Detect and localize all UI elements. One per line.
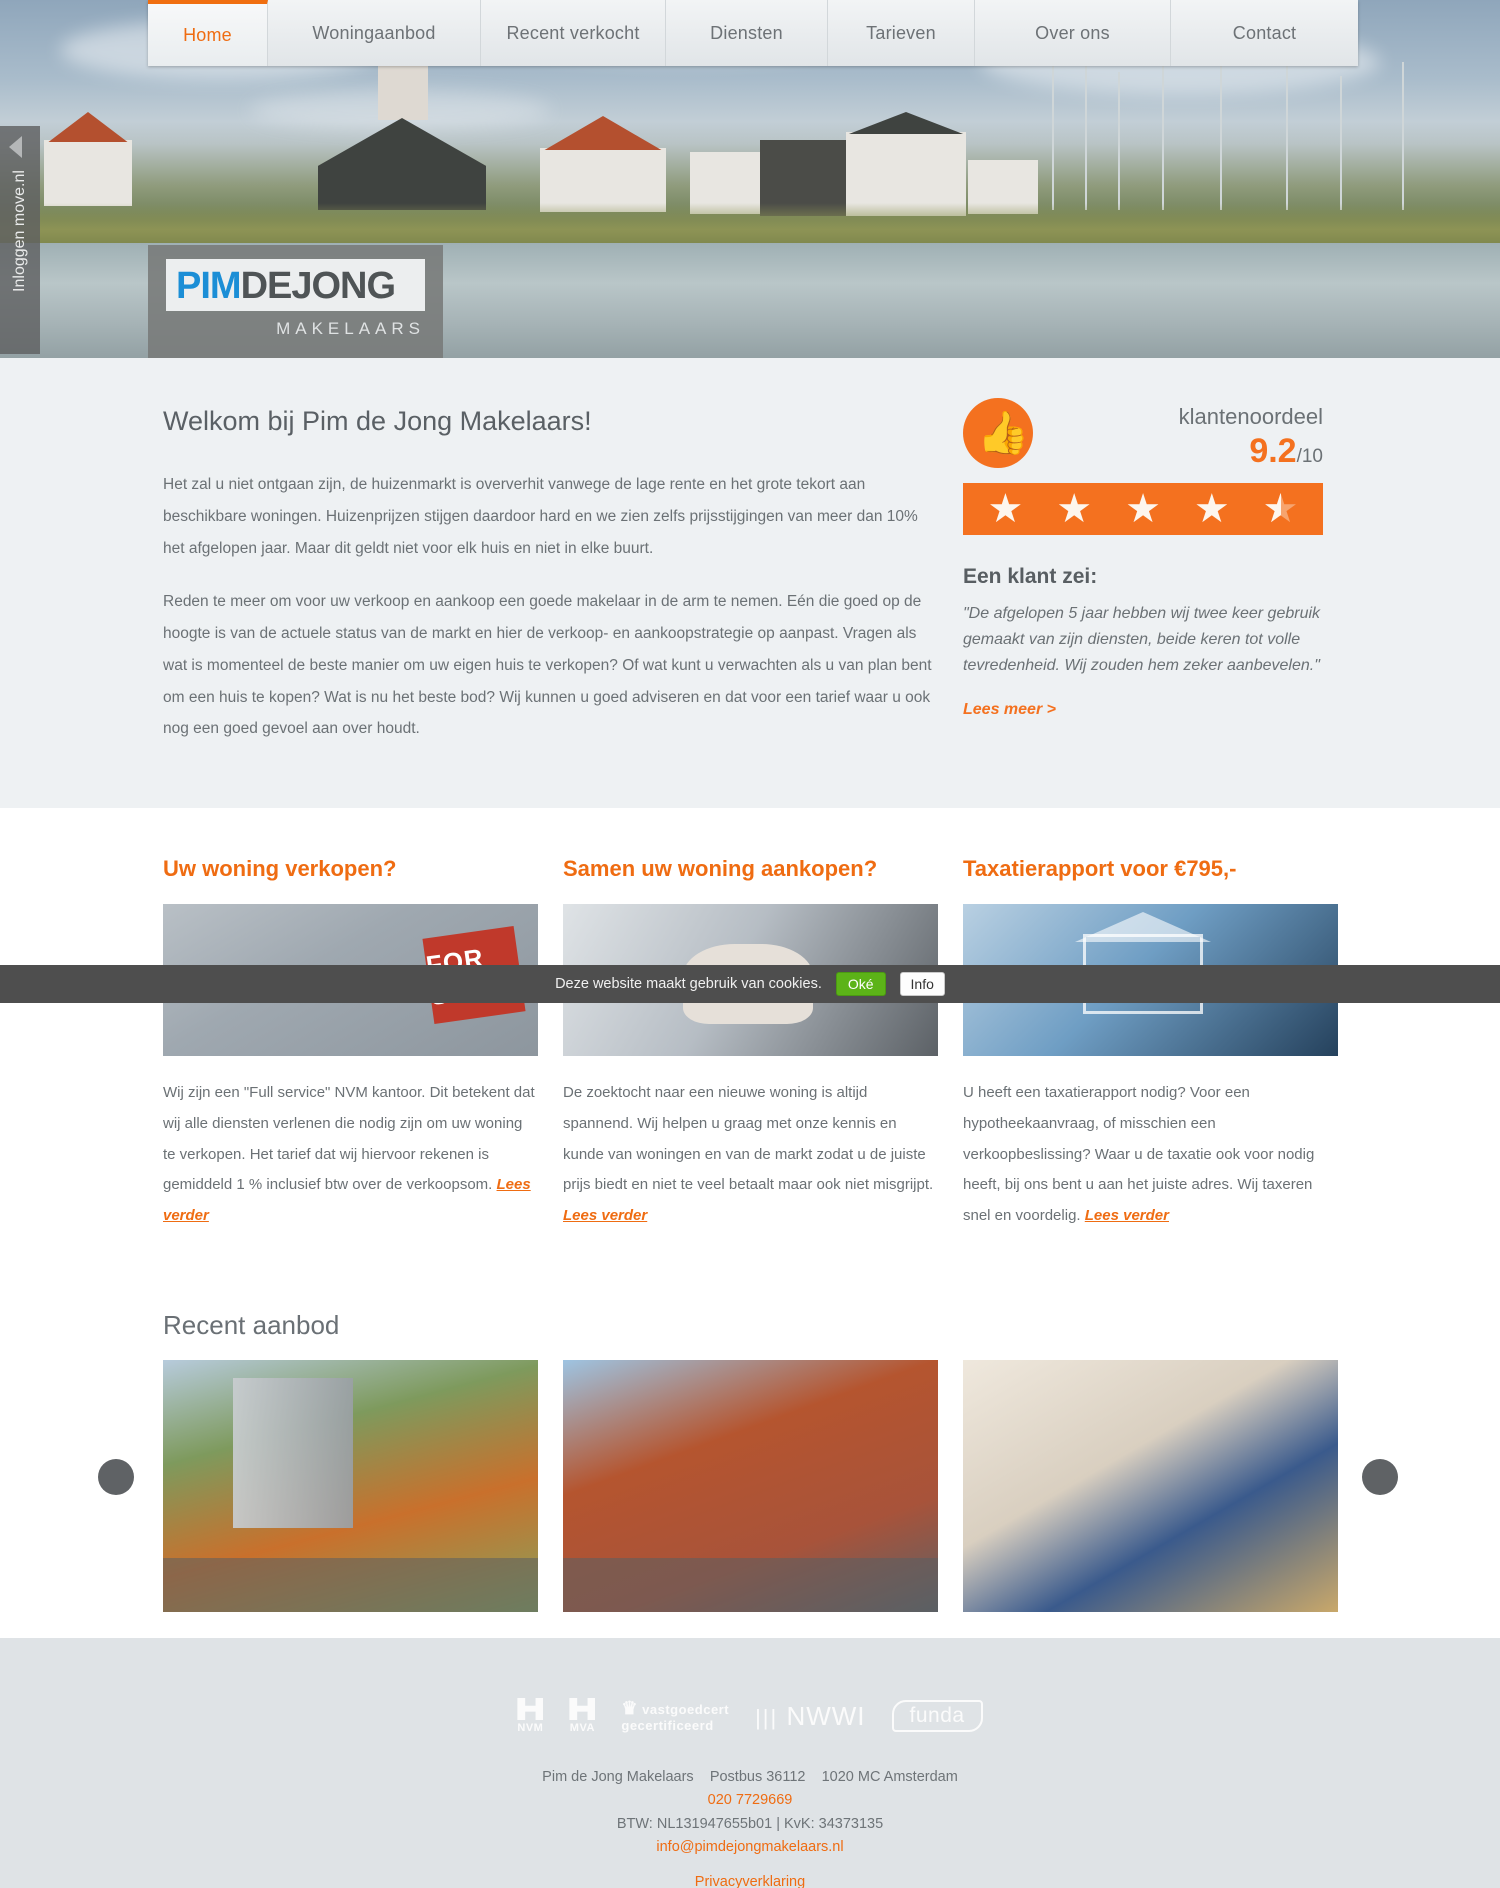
crown-icon: ♛ bbox=[621, 1698, 639, 1719]
testimonial-heading: Een klant zei: bbox=[963, 565, 1098, 588]
star-icon: ★ bbox=[1193, 487, 1230, 531]
building-shape bbox=[233, 1378, 353, 1528]
funda-logo-label: funda bbox=[909, 1704, 965, 1728]
mva-logo-label: MVA bbox=[569, 1722, 595, 1734]
vastgoedcert-label-1: vastgoedcert bbox=[642, 1702, 730, 1718]
service-heading: Samen uw woning aankopen? bbox=[563, 856, 878, 881]
service-heading: Uw woning verkopen? bbox=[163, 856, 397, 881]
footer-registration: BTW: NL131947655b01 | KvK: 34373135 bbox=[616, 1815, 884, 1832]
main-navigation: Home Woningaanbod Recent verkocht Dienst… bbox=[148, 0, 1358, 66]
intro-section: Welkom bij Pim de Jong Makelaars! Het za… bbox=[0, 358, 1500, 808]
nav-label: Over ons bbox=[1035, 22, 1110, 43]
footer-email-link[interactable]: info@pimdejongmakelaars.nl bbox=[0, 1836, 1500, 1859]
nav-label: Woningaanbod bbox=[312, 22, 436, 43]
carousel-prev-button[interactable] bbox=[98, 1459, 134, 1495]
mva-logo-icon: MVA bbox=[569, 1698, 596, 1734]
service-body-text: De zoektocht naar een nieuwe woning is a… bbox=[563, 1084, 934, 1194]
service-card-buying: Samen uw woning aankopen? De zoektocht n… bbox=[563, 856, 938, 1232]
logo-part-dejong: DEJONG bbox=[240, 265, 396, 307]
logo-inner: PIMDEJONG bbox=[166, 259, 425, 311]
login-move-tab[interactable]: Inloggen move.nl bbox=[0, 126, 40, 354]
nav-label: Tarieven bbox=[866, 22, 936, 43]
footer-address-line: Pim de Jong Makelaars Postbus 36112 1020… bbox=[0, 1766, 1500, 1789]
site-logo[interactable]: PIMDEJONG MAKELAARS bbox=[148, 245, 443, 358]
nav-label: Home bbox=[183, 24, 232, 45]
logo-part-pim: PIM bbox=[176, 265, 242, 307]
nav-item-recent-verkocht[interactable]: Recent verkocht bbox=[481, 0, 666, 66]
logo-wordmark: PIMDEJONG bbox=[176, 267, 415, 305]
service-card-selling: Uw woning verkopen? FOR SALE Wij zijn ee… bbox=[163, 856, 538, 1232]
vastgoedcert-logo-icon: ♛ vastgoedcert gecertificeerd bbox=[621, 1698, 729, 1734]
service-heading: Taxatierapport voor €795,- bbox=[963, 856, 1237, 881]
recent-listings-heading: Recent aanbod bbox=[163, 1310, 340, 1340]
nav-label: Contact bbox=[1232, 22, 1297, 43]
road-shape bbox=[163, 1558, 538, 1612]
service-body-text: Wij zijn een "Full service" NVM kantoor.… bbox=[163, 1084, 535, 1194]
footer-postbus: Postbus 36112 bbox=[709, 1769, 806, 1785]
vastgoedcert-label-2: gecertificeerd bbox=[621, 1717, 714, 1733]
testimonial-text: "De afgelopen 5 jaar hebben wij twee kee… bbox=[963, 605, 1321, 674]
nav-item-diensten[interactable]: Diensten bbox=[666, 0, 828, 66]
carousel-next-button[interactable] bbox=[1362, 1459, 1398, 1495]
footer-privacy-link[interactable]: Privacyverklaring bbox=[0, 1874, 1500, 1888]
star-icon: ★ bbox=[1056, 487, 1093, 531]
thumbs-up-icon: 👍 bbox=[963, 398, 1033, 468]
mva-mark bbox=[569, 1698, 596, 1720]
listing-card[interactable] bbox=[163, 1360, 538, 1612]
nvm-logo-label: NVM bbox=[517, 1722, 544, 1734]
testimonial-read-more-link[interactable]: Lees meer > bbox=[963, 701, 1056, 719]
footer-phone-link[interactable]: 020 7729669 bbox=[0, 1789, 1500, 1812]
footer-contact-info: Pim de Jong Makelaars Postbus 36112 1020… bbox=[0, 1766, 1500, 1888]
nwwi-logo-label: NWWI bbox=[786, 1700, 866, 1731]
star-icon: ★ bbox=[987, 487, 1024, 531]
nav-label: Diensten bbox=[710, 22, 783, 43]
service-body-text: U heeft een taxatierapport nodig? Voor e… bbox=[963, 1084, 1315, 1224]
nwwi-bars-icon: ||| bbox=[755, 1704, 779, 1730]
cookie-accept-button[interactable]: Oké bbox=[835, 972, 886, 996]
nvm-logo-icon: NVM bbox=[517, 1698, 544, 1734]
thumbs-up-glyph: 👍 bbox=[977, 409, 1030, 456]
nav-item-woningaanbod[interactable]: Woningaanbod bbox=[268, 0, 481, 66]
recent-listings-section: Recent aanbod bbox=[0, 1268, 1500, 1638]
listing-card[interactable] bbox=[563, 1360, 938, 1612]
page-root: Home Woningaanbod Recent verkocht Dienst… bbox=[0, 0, 1500, 1888]
service-read-more-link[interactable]: Lees verder bbox=[1085, 1207, 1169, 1224]
rating-score-value: 9.2 bbox=[1249, 432, 1297, 470]
service-body: De zoektocht naar een nieuwe woning is a… bbox=[563, 1078, 938, 1232]
service-read-more-link[interactable]: Lees verder bbox=[563, 1207, 647, 1224]
footer-city: 1020 MC Amsterdam bbox=[821, 1769, 958, 1785]
service-card-valuation: Taxatierapport voor €795,- U heeft een t… bbox=[963, 856, 1338, 1232]
intro-paragraph-2: Reden te meer om voor uw verkoop en aank… bbox=[163, 593, 932, 738]
logo-subtitle: MAKELAARS bbox=[276, 319, 425, 338]
partner-logos: NVM MVA ♛ vastgoedcert gecertificeerd ||… bbox=[0, 1698, 1500, 1734]
road-shape bbox=[563, 1558, 938, 1612]
cookie-message: Deze website maakt gebruik van cookies. bbox=[555, 976, 822, 992]
site-footer: NVM MVA ♛ vastgoedcert gecertificeerd ||… bbox=[0, 1638, 1500, 1888]
nav-item-home[interactable]: Home bbox=[148, 0, 268, 66]
nvm-mark bbox=[517, 1698, 544, 1720]
intro-text-column: Welkom bij Pim de Jong Makelaars! Het za… bbox=[163, 406, 938, 767]
nav-item-tarieven[interactable]: Tarieven bbox=[828, 0, 975, 66]
page-title: Welkom bij Pim de Jong Makelaars! bbox=[163, 406, 592, 436]
nwwi-logo-icon: ||| NWWI bbox=[755, 1701, 865, 1732]
login-tab-label: Inloggen move.nl bbox=[11, 170, 28, 292]
customer-rating-widget: 👍 klantenoordeel 9.2/10 ★ ★ ★ ★ ★★ Een k… bbox=[963, 398, 1323, 719]
rating-score-denominator: /10 bbox=[1296, 446, 1323, 467]
nav-item-over-ons[interactable]: Over ons bbox=[975, 0, 1171, 66]
star-rating: ★ ★ ★ ★ ★★ bbox=[963, 483, 1323, 535]
cookie-consent-bar: Deze website maakt gebruik van cookies. … bbox=[0, 965, 1500, 1003]
services-section: Uw woning verkopen? FOR SALE Wij zijn ee… bbox=[0, 808, 1500, 1268]
funda-logo-icon: funda bbox=[891, 1700, 983, 1733]
service-body: Wij zijn een "Full service" NVM kantoor.… bbox=[163, 1078, 538, 1232]
footer-company-name: Pim de Jong Makelaars bbox=[542, 1769, 694, 1785]
star-half-icon: ★★ bbox=[1262, 487, 1299, 531]
nav-label: Recent verkocht bbox=[506, 22, 640, 43]
listing-card[interactable] bbox=[963, 1360, 1338, 1612]
cookie-info-button[interactable]: Info bbox=[899, 972, 945, 996]
nav-item-contact[interactable]: Contact bbox=[1171, 0, 1358, 66]
intro-paragraph-1: Het zal u niet ontgaan zijn, de huizenma… bbox=[163, 476, 918, 557]
star-icon: ★ bbox=[1125, 487, 1161, 531]
service-body: U heeft een taxatierapport nodig? Voor e… bbox=[963, 1078, 1338, 1232]
